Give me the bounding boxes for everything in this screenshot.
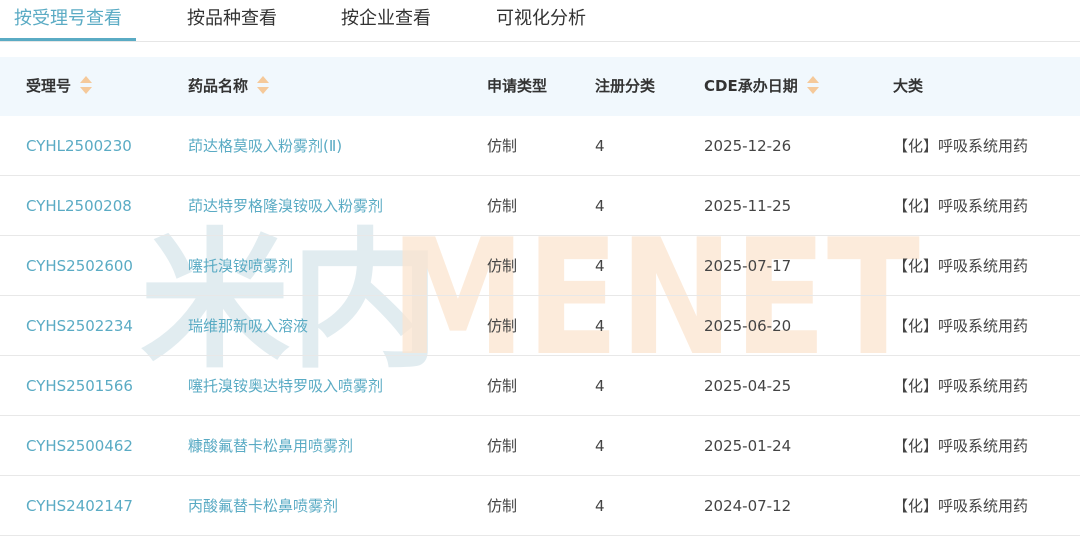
header-acceptance-number[interactable]: 受理号 bbox=[26, 57, 93, 116]
table-row: CYHL2500208 茚达特罗格隆溴铵吸入粉雾剂 仿制 4 2025-11-2… bbox=[0, 176, 1080, 236]
registration-class: 4 bbox=[595, 317, 605, 335]
table-header: 受理号 药品名称 申请类型 注册分类 CDE承办日期 大类 bbox=[0, 57, 1080, 116]
header-category: 大类 bbox=[893, 77, 924, 95]
cde-date: 2024-07-12 bbox=[704, 497, 792, 515]
application-type: 仿制 bbox=[487, 437, 518, 455]
acceptance-number-link[interactable]: CYHS2502234 bbox=[26, 296, 133, 355]
sort-icon[interactable] bbox=[806, 75, 820, 95]
cde-date: 2025-07-17 bbox=[704, 257, 792, 275]
header-registration-class: 注册分类 bbox=[595, 77, 656, 95]
drug-name-link[interactable]: 噻托溴铵奥达特罗吸入喷雾剂 bbox=[188, 356, 383, 415]
application-type: 仿制 bbox=[487, 137, 518, 155]
acceptance-number-link[interactable]: CYHS2502600 bbox=[26, 236, 133, 295]
tab-by-company[interactable]: 按企业查看 bbox=[341, 0, 431, 41]
table-row: CYHS2502600 噻托溴铵喷雾剂 仿制 4 2025-07-17 【化】呼… bbox=[0, 236, 1080, 296]
registration-class: 4 bbox=[595, 137, 605, 155]
sort-icon[interactable] bbox=[79, 75, 93, 95]
drug-name-link[interactable]: 丙酸氟替卡松鼻喷雾剂 bbox=[188, 476, 338, 535]
table-row: CYHS2502234 瑞维那新吸入溶液 仿制 4 2025-06-20 【化】… bbox=[0, 296, 1080, 356]
cde-date: 2025-12-26 bbox=[704, 137, 792, 155]
application-type: 仿制 bbox=[487, 377, 518, 395]
application-type: 仿制 bbox=[487, 257, 518, 275]
registration-class: 4 bbox=[595, 437, 605, 455]
acceptance-number-link[interactable]: CYHS2402147 bbox=[26, 476, 133, 535]
table-row: CYHS2500462 糠酸氟替卡松鼻用喷雾剂 仿制 4 2025-01-24 … bbox=[0, 416, 1080, 476]
tab-bar: 按受理号查看 按品种查看 按企业查看 可视化分析 bbox=[0, 0, 1080, 42]
header-drug-name[interactable]: 药品名称 bbox=[188, 57, 270, 116]
registration-class: 4 bbox=[595, 377, 605, 395]
header-label: CDE承办日期 bbox=[704, 77, 798, 95]
cde-date: 2025-11-25 bbox=[704, 197, 792, 215]
acceptance-number-link[interactable]: CYHL2500208 bbox=[26, 176, 132, 235]
table-row: CYHS2501566 噻托溴铵奥达特罗吸入喷雾剂 仿制 4 2025-04-2… bbox=[0, 356, 1080, 416]
registration-class: 4 bbox=[595, 197, 605, 215]
table-row: CYHS2402147 丙酸氟替卡松鼻喷雾剂 仿制 4 2024-07-12 【… bbox=[0, 476, 1080, 536]
header-application-type: 申请类型 bbox=[487, 77, 548, 95]
drug-name-link[interactable]: 茚达特罗格隆溴铵吸入粉雾剂 bbox=[188, 176, 383, 235]
application-type: 仿制 bbox=[487, 197, 518, 215]
category: 【化】呼吸系统用药 bbox=[893, 437, 1029, 455]
cde-date: 2025-01-24 bbox=[704, 437, 792, 455]
header-label: 受理号 bbox=[26, 77, 72, 95]
category: 【化】呼吸系统用药 bbox=[893, 317, 1029, 335]
drug-name-link[interactable]: 茚达格莫吸入粉雾剂(Ⅱ) bbox=[188, 116, 342, 175]
table-body: CYHL2500230 茚达格莫吸入粉雾剂(Ⅱ) 仿制 4 2025-12-26… bbox=[0, 116, 1080, 536]
category: 【化】呼吸系统用药 bbox=[893, 497, 1029, 515]
table-row: CYHL2500230 茚达格莫吸入粉雾剂(Ⅱ) 仿制 4 2025-12-26… bbox=[0, 116, 1080, 176]
tab-by-acceptance-number[interactable]: 按受理号查看 bbox=[0, 0, 136, 41]
category: 【化】呼吸系统用药 bbox=[893, 197, 1029, 215]
cde-date: 2025-04-25 bbox=[704, 377, 792, 395]
acceptance-number-link[interactable]: CYHL2500230 bbox=[26, 116, 132, 175]
application-type: 仿制 bbox=[487, 317, 518, 335]
acceptance-number-link[interactable]: CYHS2501566 bbox=[26, 356, 133, 415]
category: 【化】呼吸系统用药 bbox=[893, 257, 1029, 275]
application-type: 仿制 bbox=[487, 497, 518, 515]
drug-name-link[interactable]: 噻托溴铵喷雾剂 bbox=[188, 236, 293, 295]
registration-class: 4 bbox=[595, 257, 605, 275]
header-label: 药品名称 bbox=[188, 77, 249, 95]
tab-visual-analysis[interactable]: 可视化分析 bbox=[496, 0, 586, 41]
acceptance-number-link[interactable]: CYHS2500462 bbox=[26, 416, 133, 475]
cde-date: 2025-06-20 bbox=[704, 317, 792, 335]
registration-class: 4 bbox=[595, 497, 605, 515]
drug-name-link[interactable]: 瑞维那新吸入溶液 bbox=[188, 296, 308, 355]
category: 【化】呼吸系统用药 bbox=[893, 137, 1029, 155]
category: 【化】呼吸系统用药 bbox=[893, 377, 1029, 395]
header-cde-date[interactable]: CDE承办日期 bbox=[704, 57, 820, 116]
drug-name-link[interactable]: 糠酸氟替卡松鼻用喷雾剂 bbox=[188, 416, 353, 475]
sort-icon[interactable] bbox=[256, 75, 270, 95]
tab-by-variety[interactable]: 按品种查看 bbox=[187, 0, 277, 41]
